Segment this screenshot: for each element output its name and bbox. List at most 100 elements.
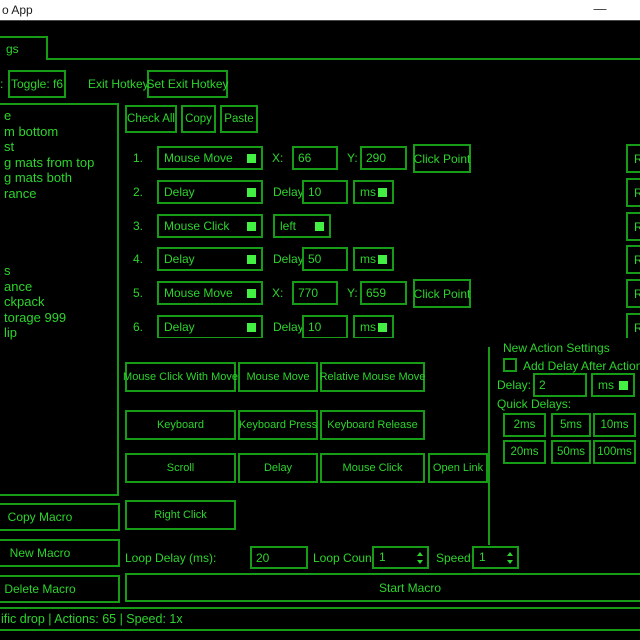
delay-input[interactable] [302,180,348,204]
quick-delay-50ms-button[interactable]: 50ms [551,440,591,464]
dropdown-indicator-icon [619,381,628,390]
macro-app-window: o App — gs : Toggle: f6 Exit Hotkey: Set… [0,0,640,640]
paste-button[interactable]: Paste [220,105,258,133]
check-all-button[interactable]: Check All [125,105,177,133]
click-point-button[interactable]: Click Point [413,279,471,308]
macro-list-item[interactable]: ance [4,279,115,295]
add-keyboard-button[interactable]: Keyboard [125,410,236,440]
add-right-click-button[interactable]: Right Click [125,500,236,530]
action-type-dropdown[interactable]: Mouse Move [157,281,263,305]
stepper-arrows-icon[interactable] [417,552,423,564]
macro-list-item[interactable]: e [4,108,115,124]
add-open-link-button[interactable]: Open Link [428,453,488,483]
delay-unit-dropdown[interactable]: ms [353,180,394,204]
remove-action-button[interactable]: Remove [626,313,640,338]
quick-delay-5ms-button[interactable]: 5ms [551,413,591,437]
new-macro-button[interactable]: New Macro [0,539,120,567]
action-type-dropdown[interactable]: Delay [157,247,263,271]
copy-macro-button[interactable]: Copy Macro [0,503,120,531]
x-input[interactable] [292,146,338,170]
macro-list-item[interactable] [4,217,115,233]
quick-delay-10ms-button[interactable]: 10ms [593,413,636,437]
add-keyboard-press-button[interactable]: Keyboard Press [238,410,318,440]
click-point-button[interactable]: Click Point [413,144,471,173]
quick-delay-20ms-button[interactable]: 20ms [503,440,546,464]
set-exit-hotkey-button[interactable]: Set Exit Hotkey [147,70,228,98]
action-index: 3. [133,219,143,233]
macro-list[interactable]: e m bottom st g mats from top g mats bot… [0,103,119,496]
quick-delay-2ms-button[interactable]: 2ms [503,413,546,437]
add-delay-after-action-label: Add Delay After Action [523,359,640,373]
add-relative-mouse-move-button[interactable]: Relative Mouse Move [320,362,425,392]
delay-input[interactable] [302,315,348,338]
y-input[interactable] [360,281,407,305]
remove-action-button[interactable]: Remove [626,245,640,274]
add-scroll-button[interactable]: Scroll [125,453,236,483]
delay-unit-value: ms [360,252,376,266]
speed-stepper[interactable]: 1 [472,546,519,569]
macro-list-item[interactable]: rance [4,186,115,202]
delay-unit-dropdown[interactable]: ms [353,315,394,338]
dropdown-indicator-icon [247,154,256,163]
delay-input[interactable] [302,247,348,271]
add-delay-after-action-checkbox[interactable] [503,358,517,372]
x-input[interactable] [292,281,338,305]
start-macro-button[interactable]: Start Macro [125,573,640,602]
status-bar: ific drop | Actions: 65 | Speed: 1x [0,607,640,631]
remove-action-button[interactable]: Remove [626,144,640,173]
dropdown-indicator-icon [247,289,256,298]
action-type-dropdown[interactable]: Delay [157,180,263,204]
action-type-dropdown[interactable]: Mouse Move [157,146,263,170]
action-list: 1. Mouse Move X: Y: Click Point Remove 2… [125,138,640,338]
quick-delay-100ms-button[interactable]: 100ms [593,440,636,464]
remove-action-button[interactable]: Remove [626,178,640,207]
add-mouse-click-with-move-button[interactable]: Mouse Click With Move [125,362,236,392]
macro-list-item[interactable]: g mats from top [4,155,115,171]
nas-delay-unit-dropdown[interactable]: ms [591,373,635,397]
y-input[interactable] [360,146,407,170]
loop-delay-input[interactable] [250,546,308,569]
tab-settings[interactable]: gs [0,36,48,60]
macro-list-item[interactable] [4,201,115,217]
macro-list-item[interactable]: g mats both [4,170,115,186]
add-mouse-click-button[interactable]: Mouse Click [320,453,425,483]
macro-list-item[interactable]: ckpack [4,294,115,310]
remove-action-button[interactable]: Remove [626,212,640,241]
add-delay-button[interactable]: Delay [238,453,318,483]
macro-list-item[interactable]: torage 999 [4,310,115,326]
delay-label: Delay [273,320,304,334]
loop-count-stepper[interactable]: 1 [372,546,429,569]
delete-macro-button[interactable]: Delete Macro [0,575,120,603]
macro-list-item[interactable] [4,248,115,264]
dropdown-indicator-icon [247,222,256,231]
panel-top-border [0,58,640,60]
nas-delay-label: Delay: [497,378,531,392]
copy-button[interactable]: Copy [181,105,216,133]
action-type-value: Mouse Move [164,286,233,300]
mouse-button-dropdown[interactable]: left [273,214,331,238]
action-type-dropdown[interactable]: Mouse Click [157,214,263,238]
add-keyboard-release-button[interactable]: Keyboard Release [320,410,425,440]
new-action-settings-border [488,347,490,545]
delay-unit-dropdown[interactable]: ms [353,247,394,271]
macro-list-item[interactable]: s [4,263,115,279]
action-type-dropdown[interactable]: Delay [157,315,263,338]
stepper-arrows-icon[interactable] [507,552,513,564]
macro-list-item[interactable]: st [4,139,115,155]
macro-list-item[interactable] [4,232,115,248]
nas-delay-input[interactable] [533,373,587,397]
dropdown-indicator-icon [378,323,387,332]
remove-action-button[interactable]: Remove [626,279,640,308]
toggle-hotkey-button[interactable]: Toggle: f6 [8,70,66,98]
dropdown-indicator-icon [315,222,324,231]
add-mouse-move-button[interactable]: Mouse Move [238,362,318,392]
y-label: Y: [347,151,358,165]
macro-list-item[interactable]: m bottom [4,124,115,140]
action-index: 1. [133,151,143,165]
macro-list-item[interactable]: lip [4,325,115,341]
delay-label: Delay [273,252,304,266]
action-row: 6. Delay Delay ms Remove [125,315,640,338]
exit-hotkey-label: Exit Hotkey: [88,77,152,91]
minimize-icon[interactable]: — [580,0,620,20]
action-type-value: Delay [164,252,195,266]
